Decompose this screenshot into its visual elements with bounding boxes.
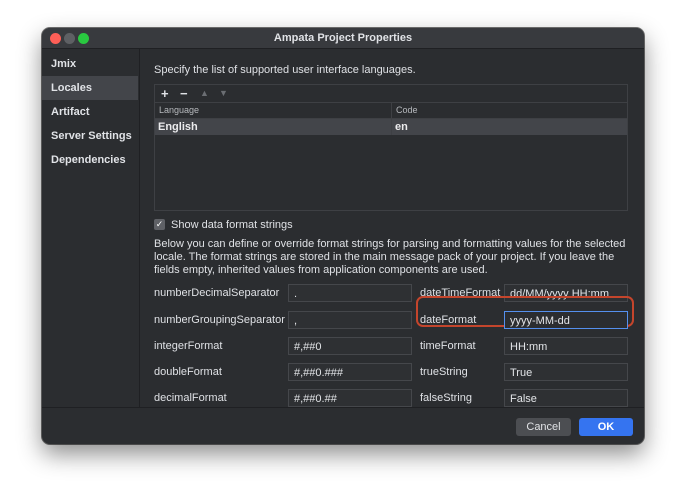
label-false-string: falseString xyxy=(420,392,472,404)
label-number-decimal-separator: numberDecimalSeparator xyxy=(154,287,280,299)
locales-description: Specify the list of supported user inter… xyxy=(154,64,416,76)
sidebar-item-artifact[interactable]: Artifact xyxy=(42,100,138,124)
column-divider xyxy=(391,102,392,135)
cell-language: English xyxy=(158,121,198,133)
cancel-button[interactable]: Cancel xyxy=(516,418,571,436)
table-toolbar: + − ▲ ▼ xyxy=(155,85,627,103)
cell-code: en xyxy=(395,121,408,133)
date-format-field[interactable]: yyyy-MM-dd xyxy=(504,311,628,329)
show-format-strings-checkbox[interactable]: ✓ xyxy=(154,219,165,230)
double-format-field[interactable]: #,##0.### xyxy=(288,363,412,381)
dialog-footer: Cancel OK xyxy=(42,407,644,444)
sidebar-item-dependencies[interactable]: Dependencies xyxy=(42,148,138,172)
label-true-string: trueString xyxy=(420,366,468,378)
window-title: Ampata Project Properties xyxy=(273,32,413,44)
column-header-language[interactable]: Language xyxy=(155,102,391,119)
remove-locale-button[interactable]: − xyxy=(180,85,188,102)
move-down-icon[interactable]: ▼ xyxy=(219,85,228,102)
column-header-code[interactable]: Code xyxy=(392,102,627,119)
locales-panel: Specify the list of supported user inter… xyxy=(140,49,644,407)
move-up-icon[interactable]: ▲ xyxy=(200,85,209,102)
show-format-strings-label[interactable]: Show data format strings xyxy=(171,219,293,231)
integer-format-field[interactable]: #,##0 xyxy=(288,337,412,355)
format-strings-help-text: Below you can define or override format … xyxy=(154,238,626,276)
sidebar-item-server-settings[interactable]: Server Settings xyxy=(42,124,138,148)
number-grouping-separator-field[interactable]: , xyxy=(288,311,412,329)
label-integer-format: integerFormat xyxy=(154,340,223,352)
sidebar-item-jmix[interactable]: Jmix xyxy=(42,52,138,76)
label-date-format: dateFormat xyxy=(420,314,477,326)
label-double-format: doubleFormat xyxy=(154,366,222,378)
label-time-format: timeFormat xyxy=(420,340,476,352)
decimal-format-field[interactable]: #,##0.## xyxy=(288,389,412,407)
ok-button[interactable]: OK xyxy=(579,418,633,436)
locales-table: + − ▲ ▼ Language Code English en xyxy=(154,84,628,211)
time-format-field[interactable]: HH:mm xyxy=(504,337,628,355)
true-string-field[interactable]: True xyxy=(504,363,628,381)
project-properties-dialog: Ampata Project Properties Jmix Locales A… xyxy=(42,28,644,444)
title-bar[interactable]: Ampata Project Properties xyxy=(42,28,644,49)
settings-sidebar: Jmix Locales Artifact Server Settings De… xyxy=(42,49,140,407)
label-number-grouping-separator: numberGroupingSeparator xyxy=(154,314,285,326)
sidebar-item-locales[interactable]: Locales xyxy=(42,76,138,100)
false-string-field[interactable]: False xyxy=(504,389,628,407)
add-locale-button[interactable]: + xyxy=(161,85,169,102)
number-decimal-separator-field[interactable]: . xyxy=(288,284,412,302)
label-decimal-format: decimalFormat xyxy=(154,392,227,404)
